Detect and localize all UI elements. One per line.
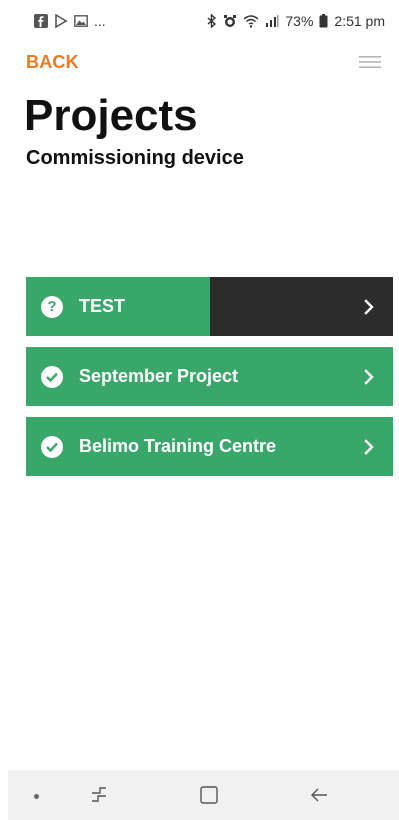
more-notifications: ... [94, 13, 106, 29]
system-status-area: 73% 2:51 pm [207, 13, 385, 29]
project-name: September Project [79, 366, 239, 386]
page-subtitle: Commissioning device [26, 147, 244, 169]
home-icon[interactable] [198, 784, 220, 811]
clock: 2:51 pm [334, 13, 385, 29]
alarm-icon [223, 14, 237, 28]
facebook-icon [34, 14, 48, 28]
wifi-icon [243, 14, 259, 28]
back-arrow-icon[interactable] [308, 784, 330, 811]
page-title: Projects [24, 91, 198, 140]
hamburger-menu-icon[interactable] [359, 53, 381, 71]
chevron-right-icon [363, 368, 375, 385]
chevron-right-icon [363, 298, 375, 315]
battery-icon [319, 14, 328, 28]
project-name: Belimo Training Centre [79, 436, 277, 456]
battery-percentage: 73% [285, 13, 314, 29]
play-store-icon [54, 14, 68, 28]
check-circle-icon [41, 365, 63, 388]
signal-icon [265, 14, 279, 28]
dot-indicator[interactable] [34, 794, 39, 799]
bluetooth-icon [207, 14, 217, 28]
app-header: BACK [0, 44, 399, 78]
back-button[interactable]: BACK [26, 52, 79, 73]
notification-area: ... [34, 13, 106, 29]
status-bar: ... 73% 2:51 pm [0, 0, 399, 42]
question-circle-icon [41, 295, 63, 318]
project-item-test[interactable]: TEST [26, 277, 393, 336]
project-item-belimo-training-centre[interactable]: Belimo Training Centre [26, 417, 393, 476]
project-list: TEST September Project Belimo Training C… [26, 277, 393, 487]
chevron-right-icon [363, 438, 375, 455]
system-navigation-bar [8, 770, 399, 820]
project-name: TEST [79, 296, 126, 316]
check-circle-icon [41, 435, 63, 458]
recent-apps-icon[interactable] [88, 784, 110, 811]
project-item-september-project[interactable]: September Project [26, 347, 393, 406]
gallery-icon [74, 14, 88, 28]
